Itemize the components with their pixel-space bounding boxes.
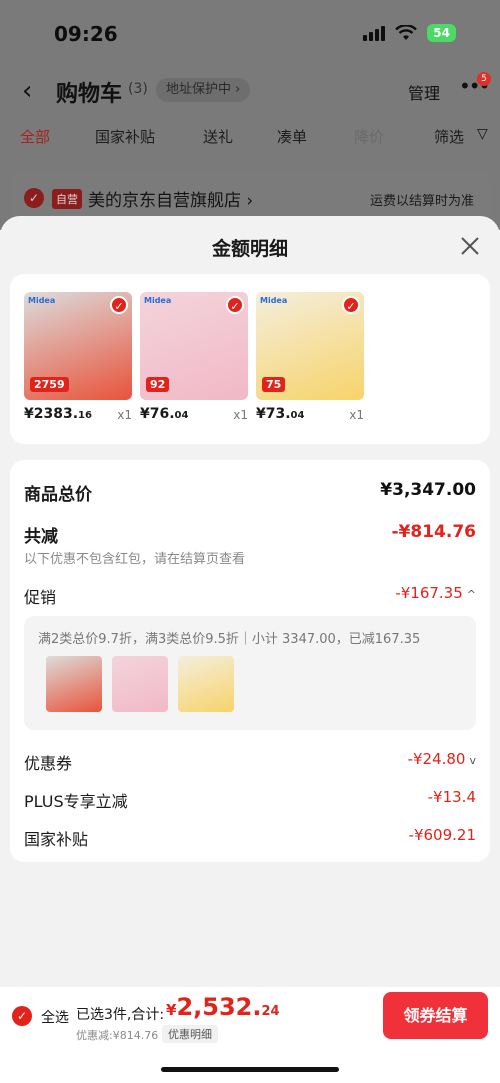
cart-header: ‹ 购物车 (3) 地址保护中 › 管理 ••• 5 — [0, 70, 500, 110]
status-time: 09:26 — [54, 22, 118, 46]
reduced-note: 以下优惠不包含红包，请在结算页查看 — [24, 552, 246, 567]
status-icons: 54 — [363, 24, 456, 42]
amount-detail-sheet: 金额明细 Midea 2759 ✓ ¥2383.16 x1 Midea 92 ✓… — [0, 216, 500, 1083]
checkout-bar: ✓ 全选 已选3件,合计: ¥2,532.24 优惠减:¥814.76 优惠明细… — [0, 987, 500, 1083]
national-subsidy-value: -¥609.21 — [408, 826, 476, 844]
home-indicator — [161, 1067, 339, 1072]
selected-count-text: 已选3件,合计: — [76, 1007, 165, 1023]
national-subsidy-label: 国家补贴 — [24, 830, 89, 849]
more-badge: 5 — [477, 72, 491, 86]
total-price: ¥2,532.24 — [166, 993, 280, 1021]
tab-gift[interactable]: 送礼 — [203, 126, 233, 147]
coupon-value: -¥24.80 v — [407, 750, 476, 768]
plus-discount-row: PLUS专享立减 -¥13.4 — [24, 788, 476, 812]
page-title: 购物车 — [56, 82, 123, 107]
product-thumbnail[interactable]: Midea 75 ✓ — [256, 292, 364, 400]
brand-tag: Midea — [260, 296, 288, 305]
product-item[interactable]: Midea 2759 ✓ ¥2383.16 x1 — [24, 292, 132, 422]
promo-price-tag: 2759 — [30, 377, 69, 392]
status-bar: 09:26 54 — [0, 18, 500, 52]
brand-tag: Midea — [144, 296, 172, 305]
brand-tag: Midea — [28, 296, 56, 305]
coupon-label: 优惠券 — [24, 754, 73, 773]
tab-price-drop[interactable]: 降价 — [354, 126, 384, 147]
product-thumbnail[interactable]: Midea 2759 ✓ — [24, 292, 132, 400]
promo-product-thumbnail — [178, 656, 234, 712]
coupon-row[interactable]: 优惠券 -¥24.80 v — [24, 750, 476, 774]
tab-national-subsidy[interactable]: 国家补贴 — [95, 126, 155, 147]
tab-all[interactable]: 全部 — [20, 126, 50, 147]
shipping-note: 运费以结算时为准 — [369, 194, 474, 209]
goods-total-value: ¥3,347.00 — [380, 480, 476, 500]
signal-icon — [363, 25, 386, 41]
store-check-icon[interactable]: ✓ — [24, 188, 44, 208]
checkout-button[interactable]: 领券结算 — [383, 992, 488, 1039]
promotion-value: -¥167.35 ^ — [395, 584, 476, 602]
cart-count: (3) — [128, 81, 148, 97]
summary-card: 商品总价 ¥3,347.00 共减 -¥814.76 以下优惠不包含红包，请在结… — [10, 460, 490, 862]
self-operated-badge: 自营 — [52, 189, 82, 209]
product-quantity: x1 — [233, 408, 248, 422]
manage-button[interactable]: 管理 — [408, 80, 440, 104]
filter-icon[interactable]: ▽ — [477, 126, 488, 142]
goods-total-label: 商品总价 — [24, 485, 92, 505]
product-price: ¥73.04 — [256, 406, 305, 422]
product-item[interactable]: Midea 75 ✓ ¥73.04 x1 — [256, 292, 364, 422]
goods-total-row: 商品总价 ¥3,347.00 — [24, 480, 476, 505]
selected-check-icon[interactable]: ✓ — [226, 296, 244, 314]
tab-filter[interactable]: 筛选 — [434, 126, 464, 147]
selected-check-icon[interactable]: ✓ — [110, 296, 128, 314]
plus-discount-label: PLUS专享立减 — [24, 792, 128, 811]
plus-discount-value: -¥13.4 — [427, 788, 476, 806]
product-price: ¥76.04 — [140, 406, 189, 422]
select-all-check-icon[interactable]: ✓ — [12, 1006, 32, 1026]
product-quantity: x1 — [117, 408, 132, 422]
product-thumbnail[interactable]: Midea 92 ✓ — [140, 292, 248, 400]
filter-tabs: 全部 国家补贴 送礼 凑单 降价 筛选 ▽ — [0, 126, 500, 152]
product-item[interactable]: Midea 92 ✓ ¥76.04 x1 — [140, 292, 248, 422]
promo-price-tag: 75 — [262, 377, 286, 392]
total-reduced-value: -¥814.76 — [391, 522, 477, 542]
products-card: Midea 2759 ✓ ¥2383.16 x1 Midea 92 ✓ ¥76.… — [10, 274, 490, 444]
tab-bundle[interactable]: 凑单 — [277, 126, 307, 147]
total-reduced-row: 共减 -¥814.76 — [24, 522, 476, 547]
product-price: ¥2383.16 — [24, 406, 92, 422]
back-icon[interactable]: ‹ — [22, 76, 32, 106]
selected-check-icon[interactable]: ✓ — [342, 296, 360, 314]
promotion-label: 促销 — [24, 588, 57, 607]
wifi-icon — [395, 25, 418, 40]
promo-product-thumbnail — [112, 656, 168, 712]
select-all-label[interactable]: 全选 — [41, 1007, 69, 1027]
promo-product-thumbnail — [46, 656, 102, 712]
sheet-title: 金额明细 — [211, 238, 288, 260]
close-icon[interactable] — [458, 234, 482, 258]
battery-icon: 54 — [427, 24, 456, 42]
product-quantity: x1 — [349, 408, 364, 422]
chevron-up-icon[interactable]: ^ — [467, 588, 476, 601]
store-name[interactable]: 美的京东自营旗舰店 › — [88, 186, 253, 211]
total-reduced-label: 共减 — [24, 527, 58, 547]
promotion-rule-text: 满2类总价9.7折，满3类总价9.5折｜小计 3347.00，已减167.35 — [38, 632, 421, 647]
address-protect-pill[interactable]: 地址保护中 › — [156, 78, 251, 102]
discount-amount: 优惠减:¥814.76 — [76, 1029, 159, 1042]
promotion-row[interactable]: 促销 -¥167.35 ^ — [24, 584, 476, 608]
promotion-detail-box: 满2类总价9.7折，满3类总价9.5折｜小计 3347.00，已减167.35 — [24, 616, 476, 730]
promo-price-tag: 92 — [146, 377, 170, 392]
discount-detail-button[interactable]: 优惠明细 — [162, 1025, 218, 1043]
national-subsidy-row: 国家补贴 -¥609.21 — [24, 826, 476, 850]
cart-page-background: 09:26 54 ‹ 购物车 (3) 地址保护中 › 管理 ••• 5 全部 国… — [0, 0, 500, 230]
chevron-down-icon[interactable]: v — [469, 754, 476, 767]
